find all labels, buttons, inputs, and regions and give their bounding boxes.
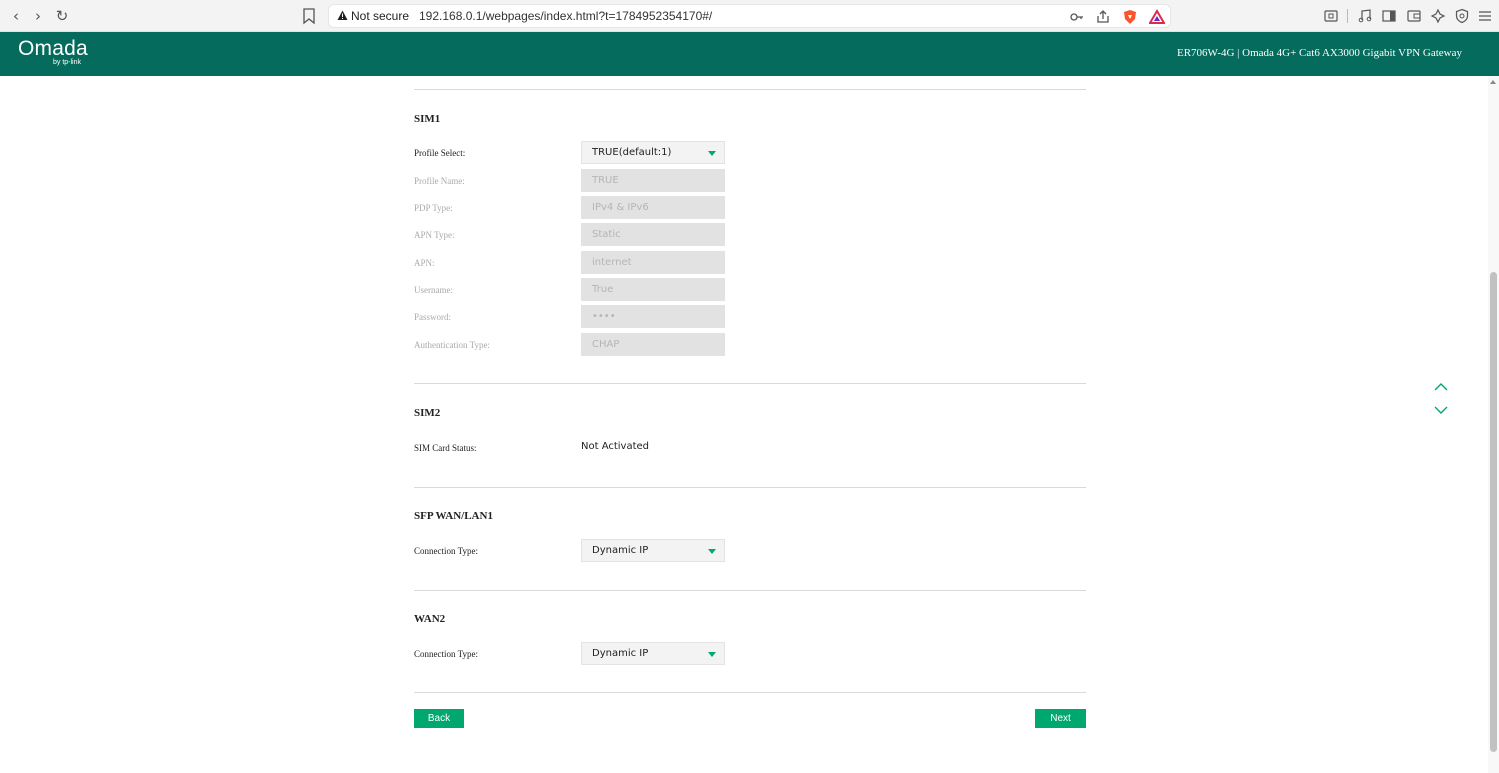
sfp-connection-type-value: Dynamic IP (592, 545, 649, 556)
sim-card-status-value: Not Activated (581, 441, 650, 452)
bookmark-icon[interactable] (302, 7, 316, 25)
wan2-section-title: WAN2 (414, 613, 446, 625)
pdp-type-field: IPv4 & IPv6 (581, 196, 725, 219)
wan2-connection-type-label: Connection Type: (414, 649, 478, 659)
chevron-down-icon (708, 151, 716, 156)
scroll-thumb[interactable] (1490, 272, 1497, 752)
browser-toolbar: ‹ › ↻ Not secure 192.168.0.1/webpages/in… (0, 0, 1499, 32)
not-secure-label: Not secure (351, 9, 410, 23)
password-value: •••• (592, 311, 616, 322)
warning-icon (337, 10, 348, 20)
app-header: Omada by tp-link ER706W-4G | Omada 4G+ C… (0, 32, 1499, 76)
url-text[interactable]: 192.168.0.1/webpages/index.html?t=178495… (419, 9, 712, 23)
sim1-section-title: SIM1 (414, 113, 441, 125)
password-label: Password: (414, 312, 452, 322)
share-icon[interactable] (1095, 9, 1111, 25)
scroll-to-top-icon[interactable] (1434, 382, 1448, 392)
page-scrollbar[interactable] (1488, 76, 1499, 773)
section-divider (414, 383, 1086, 384)
profile-name-value: TRUE (592, 175, 619, 186)
brave-shield-icon[interactable] (1122, 9, 1138, 25)
profile-select-label: Profile Select: (414, 148, 466, 158)
logo-text: Omada (18, 37, 88, 60)
screenshot-icon[interactable] (1323, 8, 1339, 24)
apn-type-field: Static (581, 223, 725, 246)
section-divider (414, 89, 1086, 90)
logo-subtext: by tp-link (53, 59, 82, 66)
sfp-connection-type-label: Connection Type: (414, 546, 478, 556)
chevron-down-icon (708, 549, 716, 554)
chevron-down-icon (708, 652, 716, 657)
username-value: True (592, 284, 614, 295)
omada-logo: Omada by tp-link (18, 37, 88, 67)
profile-select-dropdown[interactable]: TRUE(default:1) (581, 141, 725, 164)
wan2-connection-type-dropdown[interactable]: Dynamic IP (581, 642, 725, 665)
address-bar[interactable]: Not secure 192.168.0.1/webpages/index.ht… (328, 4, 1171, 28)
wallet-icon[interactable] (1406, 8, 1422, 24)
sfp-connection-type-dropdown[interactable]: Dynamic IP (581, 539, 725, 562)
sim-card-status-label: SIM Card Status: (414, 443, 477, 453)
sim2-section-title: SIM2 (414, 407, 441, 419)
username-field: True (581, 278, 725, 301)
toolbar-separator (1347, 9, 1348, 23)
profile-name-field: TRUE (581, 169, 725, 192)
auth-type-value: CHAP (592, 339, 620, 350)
sfp-wan-section-title: SFP WAN/LAN1 (414, 510, 493, 522)
apn-value: internet (592, 257, 632, 268)
device-title: ER706W-4G | Omada 4G+ Cat6 AX3000 Gigabi… (1176, 47, 1462, 59)
scroll-up-arrow-icon[interactable] (1490, 80, 1496, 84)
leo-ai-icon[interactable] (1430, 8, 1446, 24)
key-icon[interactable] (1069, 9, 1085, 25)
music-icon[interactable] (1357, 8, 1373, 24)
forward-nav-icon[interactable]: › (28, 6, 48, 26)
brave-rewards-icon[interactable] (1149, 9, 1165, 25)
back-button[interactable]: Back (414, 709, 464, 728)
apn-type-label: APN Type: (414, 230, 455, 240)
password-field: •••• (581, 305, 725, 328)
next-button[interactable]: Next (1035, 709, 1086, 728)
scroll-to-bottom-icon[interactable] (1434, 405, 1448, 415)
back-nav-icon[interactable]: ‹ (6, 6, 26, 26)
menu-icon[interactable] (1477, 8, 1493, 24)
vpn-shield-icon[interactable] (1454, 8, 1470, 24)
reload-icon[interactable]: ↻ (52, 6, 72, 26)
pdp-type-value: IPv4 & IPv6 (592, 202, 649, 213)
section-divider (414, 487, 1086, 488)
wan2-connection-type-value: Dynamic IP (592, 648, 649, 659)
sidebar-icon[interactable] (1381, 8, 1397, 24)
apn-label: APN: (414, 258, 435, 268)
pdp-type-label: PDP Type: (414, 203, 453, 213)
auth-type-field: CHAP (581, 333, 725, 356)
username-label: Username: (414, 285, 453, 295)
apn-field: internet (581, 251, 725, 274)
auth-type-label: Authentication Type: (414, 340, 490, 350)
section-divider (414, 692, 1086, 693)
profile-select-value: TRUE(default:1) (592, 147, 672, 158)
section-divider (414, 590, 1086, 591)
profile-name-label: Profile Name: (414, 176, 465, 186)
apn-type-value: Static (592, 229, 621, 240)
